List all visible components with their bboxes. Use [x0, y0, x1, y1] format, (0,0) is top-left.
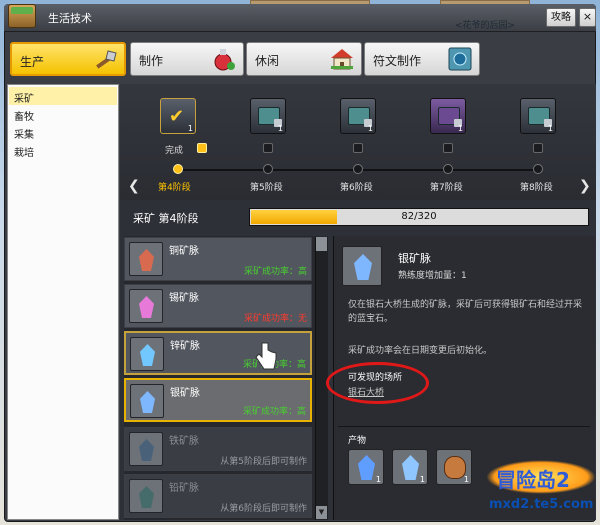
lead-ore-icon [129, 479, 163, 513]
divider [338, 426, 590, 427]
tab-label: 制作 [139, 54, 164, 68]
window-title: 生活技术 [48, 12, 92, 25]
house-icon [331, 49, 353, 70]
proficiency-gain: 熟练度增加量：1 [398, 271, 467, 281]
location-label: <花爷的后园> [455, 21, 516, 31]
key-icon [197, 143, 207, 153]
lock-icon [353, 143, 363, 153]
tab-crafting[interactable]: 制作 [130, 42, 244, 76]
rune-icon [448, 47, 472, 71]
stage-dot [443, 164, 453, 174]
checkmark-icon: ✔ [169, 106, 185, 127]
stage-reward-6[interactable]: 1 [340, 98, 376, 134]
stage-reward-8[interactable]: 1 [520, 98, 556, 134]
guide-button[interactable]: 攻略 [546, 8, 576, 27]
scrollbar-thumb[interactable] [316, 237, 327, 251]
silver-ore-icon [130, 384, 164, 418]
silver-ore-icon [342, 246, 382, 286]
scroll-down-icon[interactable]: ▼ [316, 506, 327, 519]
stage-dot [353, 164, 363, 174]
skill-category-list: 采矿 畜牧 采集 栽培 [7, 84, 119, 520]
watermark-site: mxd2.te5.com [489, 497, 594, 512]
pouch-icon[interactable]: 1 [436, 449, 472, 485]
ore-item-copper[interactable]: 铜矿脉 采矿成功率：高 [124, 237, 312, 281]
tab-label: 休闲 [255, 54, 280, 68]
lock-icon [533, 143, 543, 153]
stage-reward-5[interactable]: 1 [250, 98, 286, 134]
zinc-ore-icon [130, 337, 164, 371]
stage-dot-current [173, 164, 183, 174]
ore-item-zinc[interactable]: 锌矿脉 采矿成功率：高 [124, 331, 312, 375]
ore-item-iron-locked[interactable]: 铁矿脉 从第5阶段后即可制作 [124, 427, 312, 471]
ore-item-lead-locked[interactable]: 铅矿脉 从第6阶段后即可制作 [124, 474, 312, 518]
stage-label-7[interactable]: 第7阶段 [430, 180, 463, 193]
treasure-chest-icon [8, 4, 36, 28]
ore-item-silver[interactable]: 银矿脉 采矿成功率：高 [124, 378, 312, 422]
tab-label: 符文制作 [373, 54, 422, 68]
completed-label: 完成 [165, 146, 184, 156]
sapphire-icon[interactable]: 1 [392, 449, 428, 485]
lock-icon [443, 143, 453, 153]
stage-label-5[interactable]: 第5阶段 [250, 180, 283, 193]
copper-ore-icon [129, 242, 163, 276]
chevron-right-icon[interactable]: ❯ [579, 178, 591, 194]
progress-text: 82/320 [401, 211, 437, 222]
watermark-logo: 冒险岛2 [486, 460, 596, 494]
iron-ore-icon [129, 432, 163, 466]
stage-dot [533, 164, 543, 174]
chevron-left-icon[interactable]: ❮ [128, 178, 140, 194]
category-item-ranching[interactable]: 畜牧 [9, 105, 117, 123]
stage-label-4[interactable]: 第4阶段 [158, 180, 191, 193]
lock-icon [263, 143, 273, 153]
stage-label-8[interactable]: 第8阶段 [520, 180, 553, 193]
stage-dot [263, 164, 273, 174]
close-button[interactable]: × [579, 8, 596, 27]
products-heading: 产物 [348, 436, 367, 446]
category-item-mining[interactable]: 采矿 [9, 87, 117, 105]
potion-icon [214, 49, 235, 71]
annotation-circle [326, 362, 429, 404]
detail-note: 采矿成功率会在日期变更后初始化。 [348, 346, 493, 356]
stage-reward-7[interactable]: 1 [430, 98, 466, 134]
category-item-gathering[interactable]: 采集 [9, 123, 117, 141]
stage-label-6[interactable]: 第6阶段 [340, 180, 373, 193]
tab-production[interactable]: 生产 [10, 42, 126, 76]
tin-ore-icon [129, 289, 163, 323]
tab-leisure[interactable]: 休闲 [246, 42, 362, 76]
stage-reward-4[interactable]: ✔ 1 [160, 98, 196, 134]
tab-rune-crafting[interactable]: 符文制作 [364, 42, 480, 76]
silver-ore-icon[interactable]: 1 [348, 449, 384, 485]
stage-progress-title: 采矿 第4阶段 [133, 212, 199, 225]
tab-label: 生产 [20, 55, 45, 69]
category-item-farming[interactable]: 栽培 [9, 141, 117, 159]
shovel-icon [96, 50, 117, 69]
ore-item-tin[interactable]: 锡矿脉 采矿成功率：无 [124, 284, 312, 328]
detail-description: 仅在银石大桥生成的矿脉，采矿后可获得银矿石和经过开采的蓝宝石。 [348, 300, 583, 324]
hand-cursor-icon [255, 342, 277, 370]
detail-title: 银矿脉 [398, 252, 431, 265]
